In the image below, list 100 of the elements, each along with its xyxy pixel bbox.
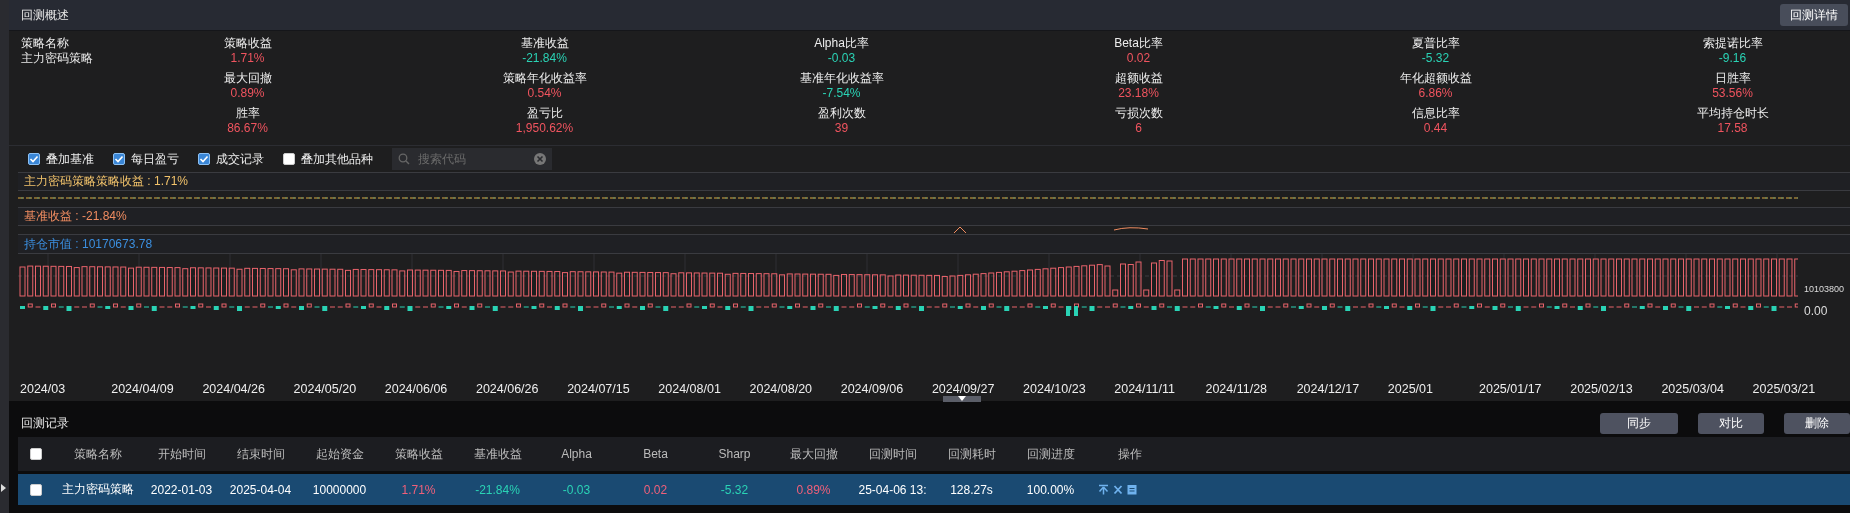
stat-value: 39 [834,121,849,136]
stat-value: 86.67% [227,121,268,136]
benchmark-line-drawing [953,226,967,235]
expand-arrow-icon[interactable] [0,483,7,493]
action-button[interactable]: 删除 [1784,412,1850,434]
table-cell-text: 100.00% [1025,482,1076,497]
date-label: 2025/03/04 [1661,382,1725,397]
column-header: 操作 [1117,445,1143,463]
axis-label: 0.00 [1804,303,1828,318]
stat-label: 盈亏比 [526,106,563,121]
delete-icon[interactable] [1113,484,1123,495]
stat-label: 超额收益 [1114,71,1163,86]
table-cell-text: 0.89% [795,482,832,497]
table-cell-text: 128.27s [949,482,994,497]
stat-value: 0.44 [1423,121,1448,136]
table-cell-text: 10000000 [311,482,368,497]
date-label: 2024/11/11 [1114,382,1176,397]
column-header: 起始资金 [314,445,365,463]
stat-label: Beta比率 [1114,36,1163,51]
checkbox[interactable] [28,153,40,165]
option-label: 叠加基准 [46,150,94,168]
stat-value: 0.89% [230,86,265,101]
checkbox[interactable] [283,153,295,165]
stat-label: 夏普比率 [1411,36,1460,51]
stat-value: -7.54% [822,86,861,101]
stat-label: 亏损次数 [1114,106,1163,121]
date-label: 2025/01 [1387,382,1434,397]
checkbox[interactable] [198,153,210,165]
stat-label: 策略名称 [21,36,69,51]
action-button[interactable]: 同步 [1600,412,1678,434]
stat-value: 0.02 [1126,51,1151,66]
column-header: 结束时间 [235,445,286,463]
table-cell-text: 0.02 [642,482,669,497]
column-header: Sharp [717,447,752,461]
stat-label: 盈利次数 [817,106,866,121]
column-header: 回测时间 [867,445,918,463]
option-checkbox[interactable]: 叠加其他品种 [283,150,373,168]
stat-label: 年化超额收益 [1399,71,1472,86]
column-header: Alpha [560,447,593,461]
stat-value: 0.54% [527,86,562,101]
checkbox[interactable] [30,483,42,496]
date-label: 2024/09/06 [840,382,905,397]
date-label: 2024/08/01 [658,382,722,397]
option-checkbox[interactable]: 成交记录 [198,150,264,168]
panel-title: 回测概述 [21,6,69,24]
date-label: 2024/06/26 [475,382,540,397]
option-checkbox[interactable]: 每日盈亏 [113,150,179,168]
date-label: 2024/12/17 [1296,382,1361,397]
stat-label: 基准年化收益率 [799,71,884,86]
table-cell-text: -5.32 [719,482,750,497]
stat-label: 胜率 [235,106,260,121]
option-checkbox[interactable]: 叠加基准 [28,150,94,168]
column-header: 回测耗时 [946,445,997,463]
date-label: 2024/10/23 [1023,382,1087,397]
date-label: 2024/07/15 [567,382,631,397]
axis-label: 10103800 [1804,283,1845,294]
table-row[interactable]: 主力密码策略 2022-01-03 2025-04-04 10000000 1.71% -21.84% -0.03 0.02 -5.32 0.89% 25-04-06 13: 128.27s 100.00% [18,474,1850,505]
column-header: 最大回撤 [788,445,839,463]
detail-button[interactable]: 回测详情 [1780,4,1848,26]
stat-label: Alpha比率 [814,36,869,51]
action-button[interactable]: 对比 [1698,412,1764,434]
checkbox[interactable] [113,153,125,165]
date-label: 2024/05/20 [293,382,358,397]
series-label: 主力密码策略策略收益 : 1.71% [24,173,189,191]
option-label: 叠加其他品种 [301,150,373,168]
benchmark-line-drawing [1113,226,1149,232]
stat-label: 策略年化收益率 [502,71,587,86]
section-title: 回测记录 [21,414,69,432]
stat-label: 日胜率 [1714,71,1751,86]
search-field[interactable]: 搜索代码 [392,148,552,170]
stat-label: 平均持仓时长 [1696,106,1769,121]
date-label: 2024/04/09 [111,382,175,397]
date-label: 2024/04/26 [202,382,266,397]
table-cell-text: 2022-01-03 [149,482,214,497]
stat-label: 基准收益 [520,36,569,51]
stat-label: 策略收益 [223,36,272,51]
stat-value: -0.03 [827,51,856,66]
date-label: 2024/08/20 [749,382,814,397]
column-header: Beta [642,447,669,461]
collapse-handle[interactable] [943,396,981,402]
search-input[interactable]: 搜索代码 [416,151,528,167]
table-cell-text: 主力密码策略 [61,481,135,498]
stat-value: -5.32 [1421,51,1450,66]
details-icon[interactable] [1127,484,1137,495]
stat-value: -9.16 [1718,51,1747,66]
stat-value: 1,950.62% [515,121,574,136]
stat-value: 53.56% [1712,86,1753,101]
strategy-name: 主力密码策略 [21,51,93,66]
option-label: 成交记录 [216,150,264,168]
clear-icon[interactable] [534,153,546,165]
stat-value: 6.86% [1418,86,1453,101]
stat-value: 1.71% [230,51,265,66]
column-header: 回测进度 [1025,445,1076,463]
date-label: 2025/02/13 [1570,382,1634,397]
pin-top-icon[interactable] [1098,484,1109,495]
date-label: 2025/03/21 [1752,382,1817,397]
column-header: 策略名称 [73,445,123,463]
column-header: 策略收益 [393,445,444,463]
date-label: 2024/11/28 [1205,382,1269,397]
checkbox[interactable] [30,448,42,460]
